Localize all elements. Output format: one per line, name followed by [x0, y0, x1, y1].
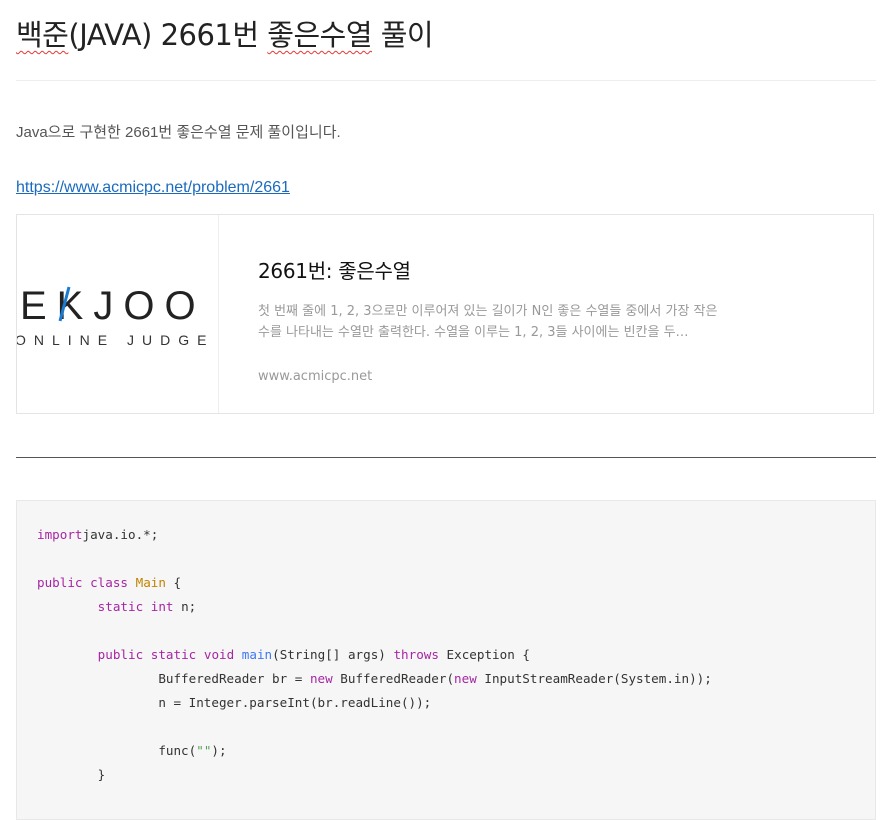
code-token-kw: static [97, 599, 144, 614]
card-title[interactable]: 2661번: 좋은수열 [258, 255, 723, 284]
code-token-kw: public [97, 647, 144, 662]
card-host: www.acmicpc.net [258, 369, 373, 384]
section-divider [16, 457, 876, 458]
code-token: BufferedReader br = [37, 671, 310, 686]
post-title-prefix: 백준 [16, 18, 69, 52]
code-line: BufferedReader br = new BufferedReader(n… [37, 667, 855, 691]
problem-link[interactable]: https://www.acmicpc.net/problem/2661 [16, 179, 290, 197]
code-line: func(""); [37, 739, 855, 763]
code-token: n = Integer.parseInt(br.readLine()); [37, 695, 432, 710]
code-line: static int n; [37, 595, 855, 619]
code-token: n; [173, 599, 197, 614]
code-token: Exception { [438, 647, 530, 662]
code-token: (String[] args) [272, 647, 394, 662]
post-title-middle: (JAVA) 2661번 [68, 18, 268, 52]
code-token: } [37, 767, 106, 782]
code-line: } [37, 763, 855, 787]
card-body: 2661번: 좋은수열 첫 번째 줄에 1, 2, 3으로만 이루어져 있는 길… [258, 255, 723, 384]
code-token-kw: new [309, 671, 333, 686]
code-token: java.io.*; [82, 527, 159, 542]
card-description: 첫 번째 줄에 1, 2, 3으로만 이루어져 있는 길이가 N인 좋은 수열들… [258, 304, 718, 340]
link-preview-card[interactable]: EKJOO ONLINE JUDGE 2661번: 좋은수열 첫 번째 줄에 1… [16, 214, 874, 414]
code-token-kw: static [150, 647, 197, 662]
title-divider [16, 80, 876, 81]
logo-top-text: EKJOO [20, 284, 206, 328]
intro-text: Java으로 구현한 2661번 좋은수열 문제 풀이입니다. [16, 124, 341, 141]
code-token-kw: void [203, 647, 235, 662]
post-title-highlight: 좋은수열 [267, 18, 373, 52]
code-token: { [165, 575, 182, 590]
code-line: public class Main { [37, 571, 855, 595]
code-token-cls: Main [135, 575, 166, 590]
code-token-str: "" [196, 743, 212, 758]
code-block[interactable]: importjava.io.*; public class Main { sta… [16, 500, 876, 820]
code-token-kw: int [150, 599, 174, 614]
code-token: BufferedReader( [332, 671, 455, 686]
code-line: public static void main(String[] args) t… [37, 643, 855, 667]
code-token: InputStreamReader(System.in)); [476, 671, 712, 686]
code-line: importjava.io.*; [37, 523, 855, 547]
code-line: n = Integer.parseInt(br.readLine()); [37, 691, 855, 715]
code-token: ); [211, 743, 227, 758]
code-token: func( [37, 743, 197, 758]
code-token-kw: class [90, 575, 129, 590]
boj-logo-thumbnail: EKJOO ONLINE JUDGE [17, 215, 219, 413]
code-token-kw: public [37, 575, 83, 590]
boj-logo-icon: EKJOO ONLINE JUDGE [17, 284, 214, 348]
post-title-suffix: 풀이 [372, 18, 434, 52]
code-token-kw: throws [393, 647, 439, 662]
code-token-kw: import [37, 527, 83, 542]
code-token-fn: main [241, 647, 273, 662]
post-title: 백준(JAVA) 2661번 좋은수열 풀이 [16, 12, 434, 54]
logo-bottom-text: ONLINE JUDGE [17, 332, 214, 348]
code-token-kw: new [454, 671, 477, 686]
